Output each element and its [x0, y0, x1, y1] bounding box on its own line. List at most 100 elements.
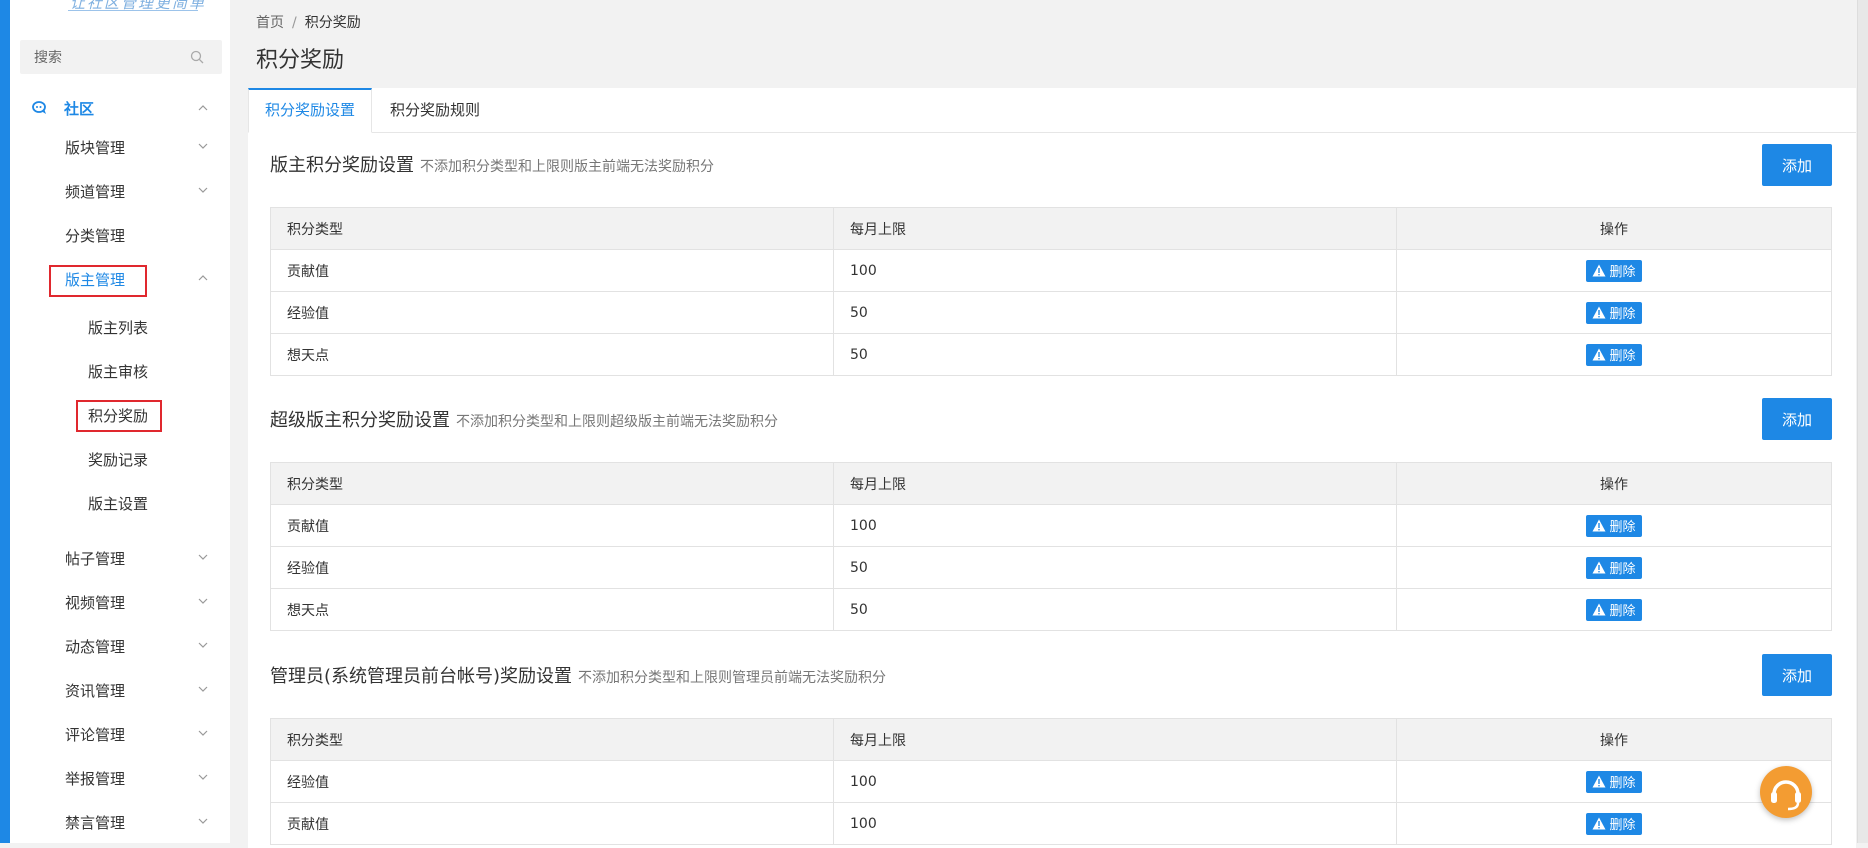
add-button-moderator[interactable]: 添加 — [1762, 144, 1832, 186]
sidebar-item-label: 频道管理 — [65, 183, 126, 201]
cell-points-type: 经验值 — [270, 546, 834, 589]
sidebar-item-channel-management[interactable]: 频道管理 — [10, 172, 230, 208]
cell-actions: 删除 — [1396, 588, 1832, 631]
highlight-box-points-reward — [76, 400, 162, 432]
column-header-actions: 操作 — [1396, 207, 1832, 250]
column-header-actions: 操作 — [1396, 718, 1832, 761]
sidebar-subitem-reward-records[interactable]: 奖励记录 — [10, 440, 230, 476]
column-header-points-type: 积分类型 — [270, 207, 834, 250]
warning-icon — [1592, 348, 1606, 361]
delete-button[interactable]: 删除 — [1586, 812, 1642, 835]
table-row: 经验值 50 删除 — [270, 546, 1832, 589]
highlight-box-moderator-management — [49, 265, 147, 297]
delete-button-label: 删除 — [1609, 818, 1636, 833]
chevron-down-icon — [198, 554, 208, 560]
cell-monthly-limit: 100 — [833, 504, 1397, 547]
column-header-monthly-limit: 每月上限 — [833, 207, 1397, 250]
sidebar-item-label: 举报管理 — [65, 770, 126, 788]
cell-points-type: 经验值 — [270, 291, 834, 334]
sidebar-item-comment-management[interactable]: 评论管理 — [10, 715, 230, 751]
table-moderator-rewards: 积分类型 每月上限 操作 贡献值 100 删除 经验值 50 删除 想天点 50… — [270, 207, 1832, 376]
cell-points-type: 贡献值 — [270, 802, 834, 845]
sidebar-subitem-moderator-settings[interactable]: 版主设置 — [10, 484, 230, 520]
cell-monthly-limit: 50 — [833, 588, 1397, 631]
sidebar-item-news-management[interactable]: 资讯管理 — [10, 671, 230, 707]
section-title-moderator: 版主积分奖励设置 不添加积分类型和上限则版主前端无法奖励积分 — [270, 151, 714, 177]
delete-button[interactable]: 删除 — [1586, 301, 1642, 324]
customer-support-button[interactable] — [1760, 766, 1812, 818]
warning-icon — [1592, 603, 1606, 616]
right-scrollbar-track[interactable] — [1857, 0, 1868, 843]
sidebar-item-post-management[interactable]: 帖子管理 — [10, 539, 230, 575]
delete-button[interactable]: 删除 — [1586, 556, 1642, 579]
cell-actions: 删除 — [1396, 249, 1832, 292]
table-super-moderator-rewards: 积分类型 每月上限 操作 贡献值 100 删除 经验值 50 删除 想天点 50… — [270, 462, 1832, 631]
warning-icon — [1592, 264, 1606, 277]
table-row: 经验值 50 删除 — [270, 291, 1832, 334]
delete-button[interactable]: 删除 — [1586, 514, 1642, 537]
table-header-row: 积分类型 每月上限 操作 — [270, 718, 1832, 761]
tab-points-reward-settings[interactable]: 积分奖励设置 — [248, 88, 373, 133]
chevron-down-icon — [198, 774, 208, 780]
warning-icon — [1592, 306, 1606, 319]
sidebar-item-label: 资讯管理 — [65, 682, 126, 700]
breadcrumb-home-link[interactable]: 首页 — [256, 15, 284, 31]
sidebar: 让社区管理更简单 社区 版块管理 频道管理 分类管理 — [10, 0, 230, 843]
search-input[interactable] — [32, 40, 186, 76]
delete-button[interactable]: 删除 — [1586, 343, 1642, 366]
breadcrumb-current: 积分奖励 — [304, 15, 361, 31]
sidebar-item-report-management[interactable]: 举报管理 — [10, 759, 230, 795]
search-icon[interactable] — [190, 50, 204, 64]
warning-icon — [1592, 817, 1606, 830]
tab-bar: 积分奖励设置 积分奖励规则 — [248, 88, 1856, 133]
warning-icon — [1592, 561, 1606, 574]
add-button-super-moderator[interactable]: 添加 — [1762, 398, 1832, 440]
sidebar-subitem-label: 版主列表 — [88, 319, 149, 337]
chevron-down-icon — [198, 187, 208, 193]
sidebar-item-video-management[interactable]: 视频管理 — [10, 583, 230, 619]
section-title-text: 管理员(系统管理员前台帐号)奖励设置 — [270, 666, 573, 687]
sidebar-item-label: 评论管理 — [65, 726, 126, 744]
cell-actions: 删除 — [1396, 546, 1832, 589]
sidebar-group-community[interactable]: 社区 — [10, 90, 230, 126]
left-edge-strip — [0, 0, 10, 843]
sidebar-subitem-label: 版主设置 — [88, 495, 149, 513]
section-title-administrator: 管理员(系统管理员前台帐号)奖励设置 不添加积分类型和上限则管理员前端无法奖励积分 — [270, 662, 886, 688]
cell-points-type: 贡献值 — [270, 249, 834, 292]
column-header-monthly-limit: 每月上限 — [833, 462, 1397, 505]
tab-points-reward-rules[interactable]: 积分奖励规则 — [374, 88, 496, 132]
table-header-row: 积分类型 每月上限 操作 — [270, 462, 1832, 505]
cell-points-type: 想天点 — [270, 333, 834, 376]
logo-text: 让社区管理更简单 — [70, 0, 207, 12]
chevron-up-icon — [198, 275, 208, 281]
cell-monthly-limit: 50 — [833, 333, 1397, 376]
delete-button-label: 删除 — [1609, 349, 1636, 364]
cell-monthly-limit: 100 — [833, 760, 1397, 803]
search-box — [20, 40, 222, 76]
chat-bubbles-icon — [32, 101, 46, 114]
sidebar-subitem-moderator-review[interactable]: 版主审核 — [10, 352, 230, 388]
column-header-points-type: 积分类型 — [270, 718, 834, 761]
delete-button[interactable]: 删除 — [1586, 770, 1642, 793]
table-administrator-rewards: 积分类型 每月上限 操作 经验值 100 删除 贡献值 100 删除 — [270, 718, 1832, 845]
add-button-administrator[interactable]: 添加 — [1762, 654, 1832, 696]
sidebar-item-label: 禁言管理 — [65, 814, 126, 832]
sidebar-item-dynamic-management[interactable]: 动态管理 — [10, 627, 230, 663]
sidebar-item-board-management[interactable]: 版块管理 — [10, 128, 230, 164]
section-hint: 不添加积分类型和上限则管理员前端无法奖励积分 — [578, 670, 887, 686]
chevron-down-icon — [198, 642, 208, 648]
delete-button[interactable]: 删除 — [1586, 259, 1642, 282]
delete-button-label: 删除 — [1609, 307, 1636, 322]
sidebar-subitem-moderator-list[interactable]: 版主列表 — [10, 308, 230, 344]
delete-button[interactable]: 删除 — [1586, 598, 1642, 621]
cell-monthly-limit: 50 — [833, 546, 1397, 589]
section-hint: 不添加积分类型和上限则版主前端无法奖励积分 — [420, 159, 714, 175]
table-row: 想天点 50 删除 — [270, 333, 1832, 376]
sidebar-subitem-label: 奖励记录 — [88, 451, 149, 469]
delete-button-label: 删除 — [1609, 562, 1636, 577]
sidebar-item-category-management[interactable]: 分类管理 — [10, 216, 230, 252]
delete-button-label: 删除 — [1609, 520, 1636, 535]
column-header-points-type: 积分类型 — [270, 462, 834, 505]
cell-actions: 删除 — [1396, 333, 1832, 376]
sidebar-item-mute-management[interactable]: 禁言管理 — [10, 803, 230, 839]
